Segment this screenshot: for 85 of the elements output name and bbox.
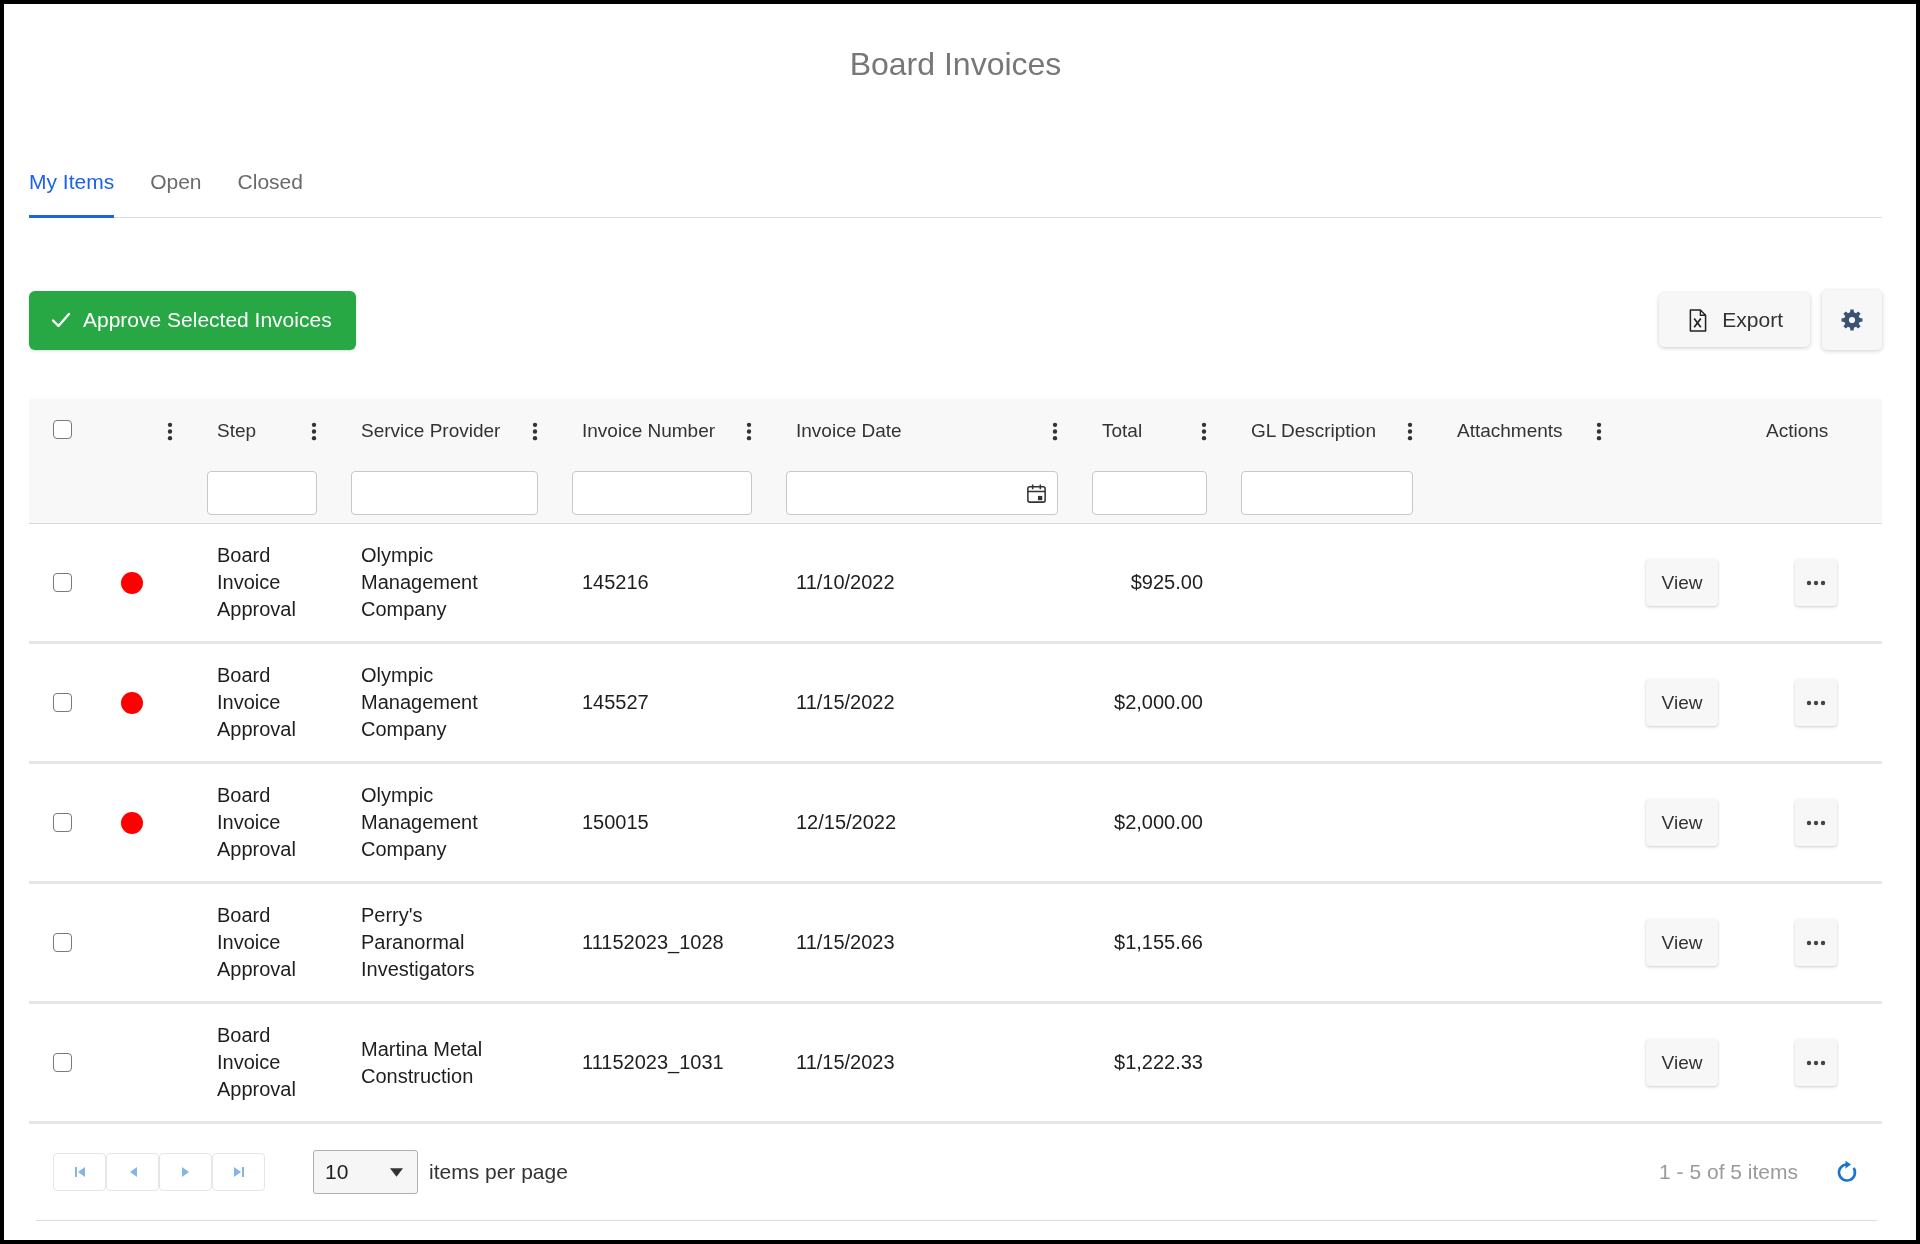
date-filter-field[interactable]	[786, 471, 1058, 515]
view-button[interactable]: View	[1646, 919, 1718, 966]
view-button[interactable]: View	[1646, 559, 1718, 606]
filter-field[interactable]	[572, 471, 752, 515]
column-header: GL Description	[1251, 420, 1376, 442]
invoice-number: 11152023_1028	[582, 930, 724, 956]
more-button[interactable]	[1795, 679, 1837, 726]
invoice-total: $1,222.33	[1114, 1050, 1203, 1075]
tab[interactable]: Open	[150, 150, 202, 218]
item-count-text: 1 - 5 of 5 items	[1659, 1160, 1798, 1184]
caret-down-icon	[390, 1167, 403, 1177]
filter-field[interactable]	[1241, 471, 1413, 515]
invoice-total: $2,000.00	[1114, 690, 1203, 715]
more-icon	[1806, 1059, 1826, 1066]
step-text: Board Invoice Approval	[217, 1023, 297, 1102]
provider-name: Olympic Management Company	[361, 543, 479, 622]
view-button[interactable]: View	[1646, 679, 1718, 726]
row-checkbox[interactable]	[53, 933, 72, 952]
column-header: Invoice Number	[582, 420, 716, 442]
column-header: Step	[217, 420, 257, 442]
items-per-page-label: items per page	[429, 1160, 568, 1184]
calendar-icon[interactable]	[1025, 481, 1048, 505]
kebab-menu-icon[interactable]	[1201, 421, 1207, 441]
invoice-total: $2,000.00	[1114, 810, 1203, 835]
step-text: Board Invoice Approval	[217, 663, 297, 742]
column-header: Total	[1102, 420, 1143, 442]
step-text: Board Invoice Approval	[217, 543, 297, 622]
more-icon	[1806, 939, 1826, 946]
kebab-menu-icon[interactable]	[1407, 421, 1413, 441]
invoice-date: 11/15/2023	[796, 1050, 895, 1075]
column-header: Service Provider	[361, 420, 501, 442]
invoice-total: $925.00	[1130, 570, 1203, 595]
invoice-number: 145216	[582, 570, 649, 595]
page-size-dropdown[interactable]: 10	[313, 1150, 418, 1194]
skip-forward-icon	[232, 1166, 245, 1178]
row-checkbox[interactable]	[53, 1053, 72, 1072]
invoice-number: 145527	[582, 690, 649, 715]
check-icon	[51, 312, 71, 328]
column-header: Actions	[1766, 420, 1829, 442]
invoice-number: 150015	[582, 810, 649, 835]
row-checkbox[interactable]	[53, 693, 72, 712]
kebab-menu-icon[interactable]	[311, 421, 317, 441]
document-x-icon	[1688, 308, 1708, 332]
row-checkbox[interactable]	[53, 813, 72, 832]
settings-icon	[1841, 309, 1863, 331]
step-text: Board Invoice Approval	[217, 783, 297, 862]
kebab-menu-icon[interactable]	[1052, 421, 1058, 441]
provider-name: Perry's Paranormal Investigators	[361, 903, 476, 982]
row-checkbox[interactable]	[53, 573, 72, 592]
kebab-menu-icon[interactable]	[167, 421, 173, 441]
step-text: Board Invoice Approval	[217, 903, 297, 982]
settings-button[interactable]	[1822, 290, 1882, 350]
view-button[interactable]: View	[1646, 1039, 1718, 1086]
invoice-date: 11/10/2022	[796, 570, 895, 595]
more-button[interactable]	[1795, 559, 1837, 606]
invoice-date: 11/15/2022	[796, 690, 895, 715]
refresh-icon[interactable]	[1835, 1160, 1859, 1184]
export-button[interactable]: Export	[1659, 293, 1810, 347]
filter-field[interactable]	[207, 471, 317, 515]
kebab-menu-icon[interactable]	[532, 421, 538, 441]
invoice-number: 11152023_1031	[582, 1050, 724, 1076]
more-button[interactable]	[1795, 919, 1837, 966]
tab[interactable]: Closed	[237, 150, 303, 218]
invoice-total: $1,155.66	[1114, 930, 1203, 955]
invoice-date: 12/15/2022	[796, 810, 897, 835]
provider-name: Olympic Management Company	[361, 663, 479, 742]
provider-name: Martina Metal Construction	[361, 1036, 484, 1089]
skip-back-icon	[73, 1166, 86, 1178]
tab[interactable]: My Items	[29, 150, 115, 218]
provider-name: Olympic Management Company	[361, 783, 479, 862]
more-icon	[1806, 699, 1826, 706]
page-title: Board Invoices	[848, 45, 1063, 84]
more-icon	[1806, 819, 1826, 826]
view-button[interactable]: View	[1646, 799, 1718, 846]
filter-field[interactable]	[351, 471, 538, 515]
filter-field[interactable]	[1092, 471, 1207, 515]
column-header: Attachments	[1457, 420, 1563, 442]
more-button[interactable]	[1795, 1039, 1837, 1086]
more-icon	[1806, 579, 1826, 586]
more-button[interactable]	[1795, 799, 1837, 846]
kebab-menu-icon[interactable]	[746, 421, 752, 441]
invoice-date: 11/15/2023	[796, 930, 895, 955]
kebab-menu-icon[interactable]	[1596, 421, 1602, 441]
column-header: Invoice Date	[796, 420, 902, 442]
select-all-checkbox[interactable]	[53, 420, 72, 439]
